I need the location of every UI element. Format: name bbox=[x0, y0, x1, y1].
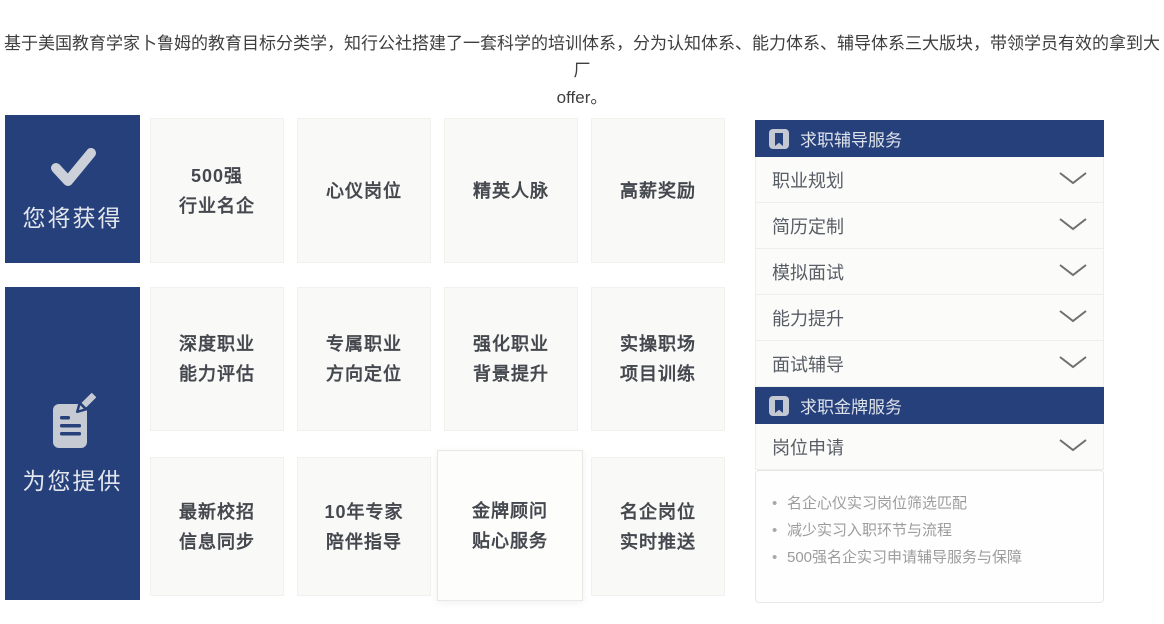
section-header-coaching: 求职辅导服务 bbox=[755, 120, 1104, 157]
chevron-down-icon bbox=[1059, 215, 1087, 236]
banner-we-provide: 为您提供 bbox=[5, 287, 140, 600]
section-header-gold-service: 求职金牌服务 bbox=[755, 387, 1104, 424]
benefit-card[interactable]: 最新校招 信息同步 bbox=[150, 457, 284, 596]
accordion-item-label: 模拟面试 bbox=[772, 259, 844, 285]
banner-label: 您将获得 bbox=[23, 199, 123, 233]
accordion-item-interview-coaching[interactable]: 面试辅导 bbox=[755, 341, 1104, 387]
training-system-section: 基于美国教育学家卜鲁姆的教育目标分类学，知行公社搭建了一套科学的培训体系，分为认… bbox=[0, 0, 1164, 624]
book-icon bbox=[769, 129, 789, 149]
accordion-item-career-planning[interactable]: 职业规划 bbox=[755, 157, 1104, 203]
accordion-item-ability-improvement[interactable]: 能力提升 bbox=[755, 295, 1104, 341]
gold-service-bullet-list: 名企心仪实习岗位筛选匹配 减少实习入职环节与流程 500强名企实习申请辅导服务与… bbox=[770, 490, 1089, 571]
benefit-card[interactable]: 精英人脉 bbox=[444, 118, 578, 263]
intro-line-1: 基于美国教育学家卜鲁姆的教育目标分类学，知行公社搭建了一套科学的培训体系，分为认… bbox=[0, 30, 1164, 84]
chevron-down-icon bbox=[1059, 353, 1087, 374]
section-header-label: 求职辅导服务 bbox=[800, 126, 902, 151]
benefit-card[interactable]: 强化职业 背景提升 bbox=[444, 287, 578, 431]
accordion-item-job-application[interactable]: 岗位申请 bbox=[755, 424, 1104, 470]
benefit-card[interactable]: 10年专家 陪伴指导 bbox=[297, 457, 431, 596]
document-edit-icon bbox=[47, 392, 99, 452]
benefit-card[interactable]: 高薪奖励 bbox=[591, 118, 725, 263]
accordion-item-label: 面试辅导 bbox=[772, 351, 844, 377]
list-item: 减少实习入职环节与流程 bbox=[770, 517, 1089, 544]
benefit-card[interactable]: 500强 行业名企 bbox=[150, 118, 284, 263]
intro-line-2: offer。 bbox=[0, 84, 1164, 111]
banner-label: 为您提供 bbox=[23, 462, 123, 496]
chevron-down-icon bbox=[1059, 261, 1087, 282]
accordion-item-label: 职业规划 bbox=[772, 167, 844, 193]
check-icon bbox=[46, 145, 100, 189]
benefit-card[interactable]: 名企岗位 实时推送 bbox=[591, 457, 725, 596]
section-header-label: 求职金牌服务 bbox=[800, 393, 902, 418]
benefit-card[interactable]: 心仪岗位 bbox=[297, 118, 431, 263]
book-icon bbox=[769, 396, 789, 416]
intro-text: 基于美国教育学家卜鲁姆的教育目标分类学，知行公社搭建了一套科学的培训体系，分为认… bbox=[0, 30, 1164, 111]
accordion-item-resume-customization[interactable]: 简历定制 bbox=[755, 203, 1104, 249]
accordion-item-label: 能力提升 bbox=[772, 305, 844, 331]
chevron-down-icon bbox=[1059, 307, 1087, 328]
gold-service-details: 名企心仪实习岗位筛选匹配 减少实习入职环节与流程 500强名企实习申请辅导服务与… bbox=[755, 470, 1104, 603]
benefit-card[interactable]: 专属职业 方向定位 bbox=[297, 287, 431, 431]
list-item: 500强名企实习申请辅导服务与保障 bbox=[770, 544, 1089, 571]
accordion-item-label: 岗位申请 bbox=[772, 434, 844, 460]
services-panel: 求职辅导服务 职业规划 简历定制 模拟面试 能力提升 bbox=[755, 120, 1104, 603]
list-item: 名企心仪实习岗位筛选匹配 bbox=[770, 490, 1089, 517]
benefit-card[interactable]: 深度职业 能力评估 bbox=[150, 287, 284, 431]
benefit-card[interactable]: 实操职场 项目训练 bbox=[591, 287, 725, 431]
accordion-item-mock-interview[interactable]: 模拟面试 bbox=[755, 249, 1104, 295]
chevron-down-icon bbox=[1059, 169, 1087, 190]
chevron-down-icon bbox=[1059, 436, 1087, 457]
benefit-card-highlighted[interactable]: 金牌顾问 贴心服务 bbox=[437, 450, 583, 601]
banner-you-will-get: 您将获得 bbox=[5, 115, 140, 263]
accordion-item-label: 简历定制 bbox=[772, 213, 844, 239]
